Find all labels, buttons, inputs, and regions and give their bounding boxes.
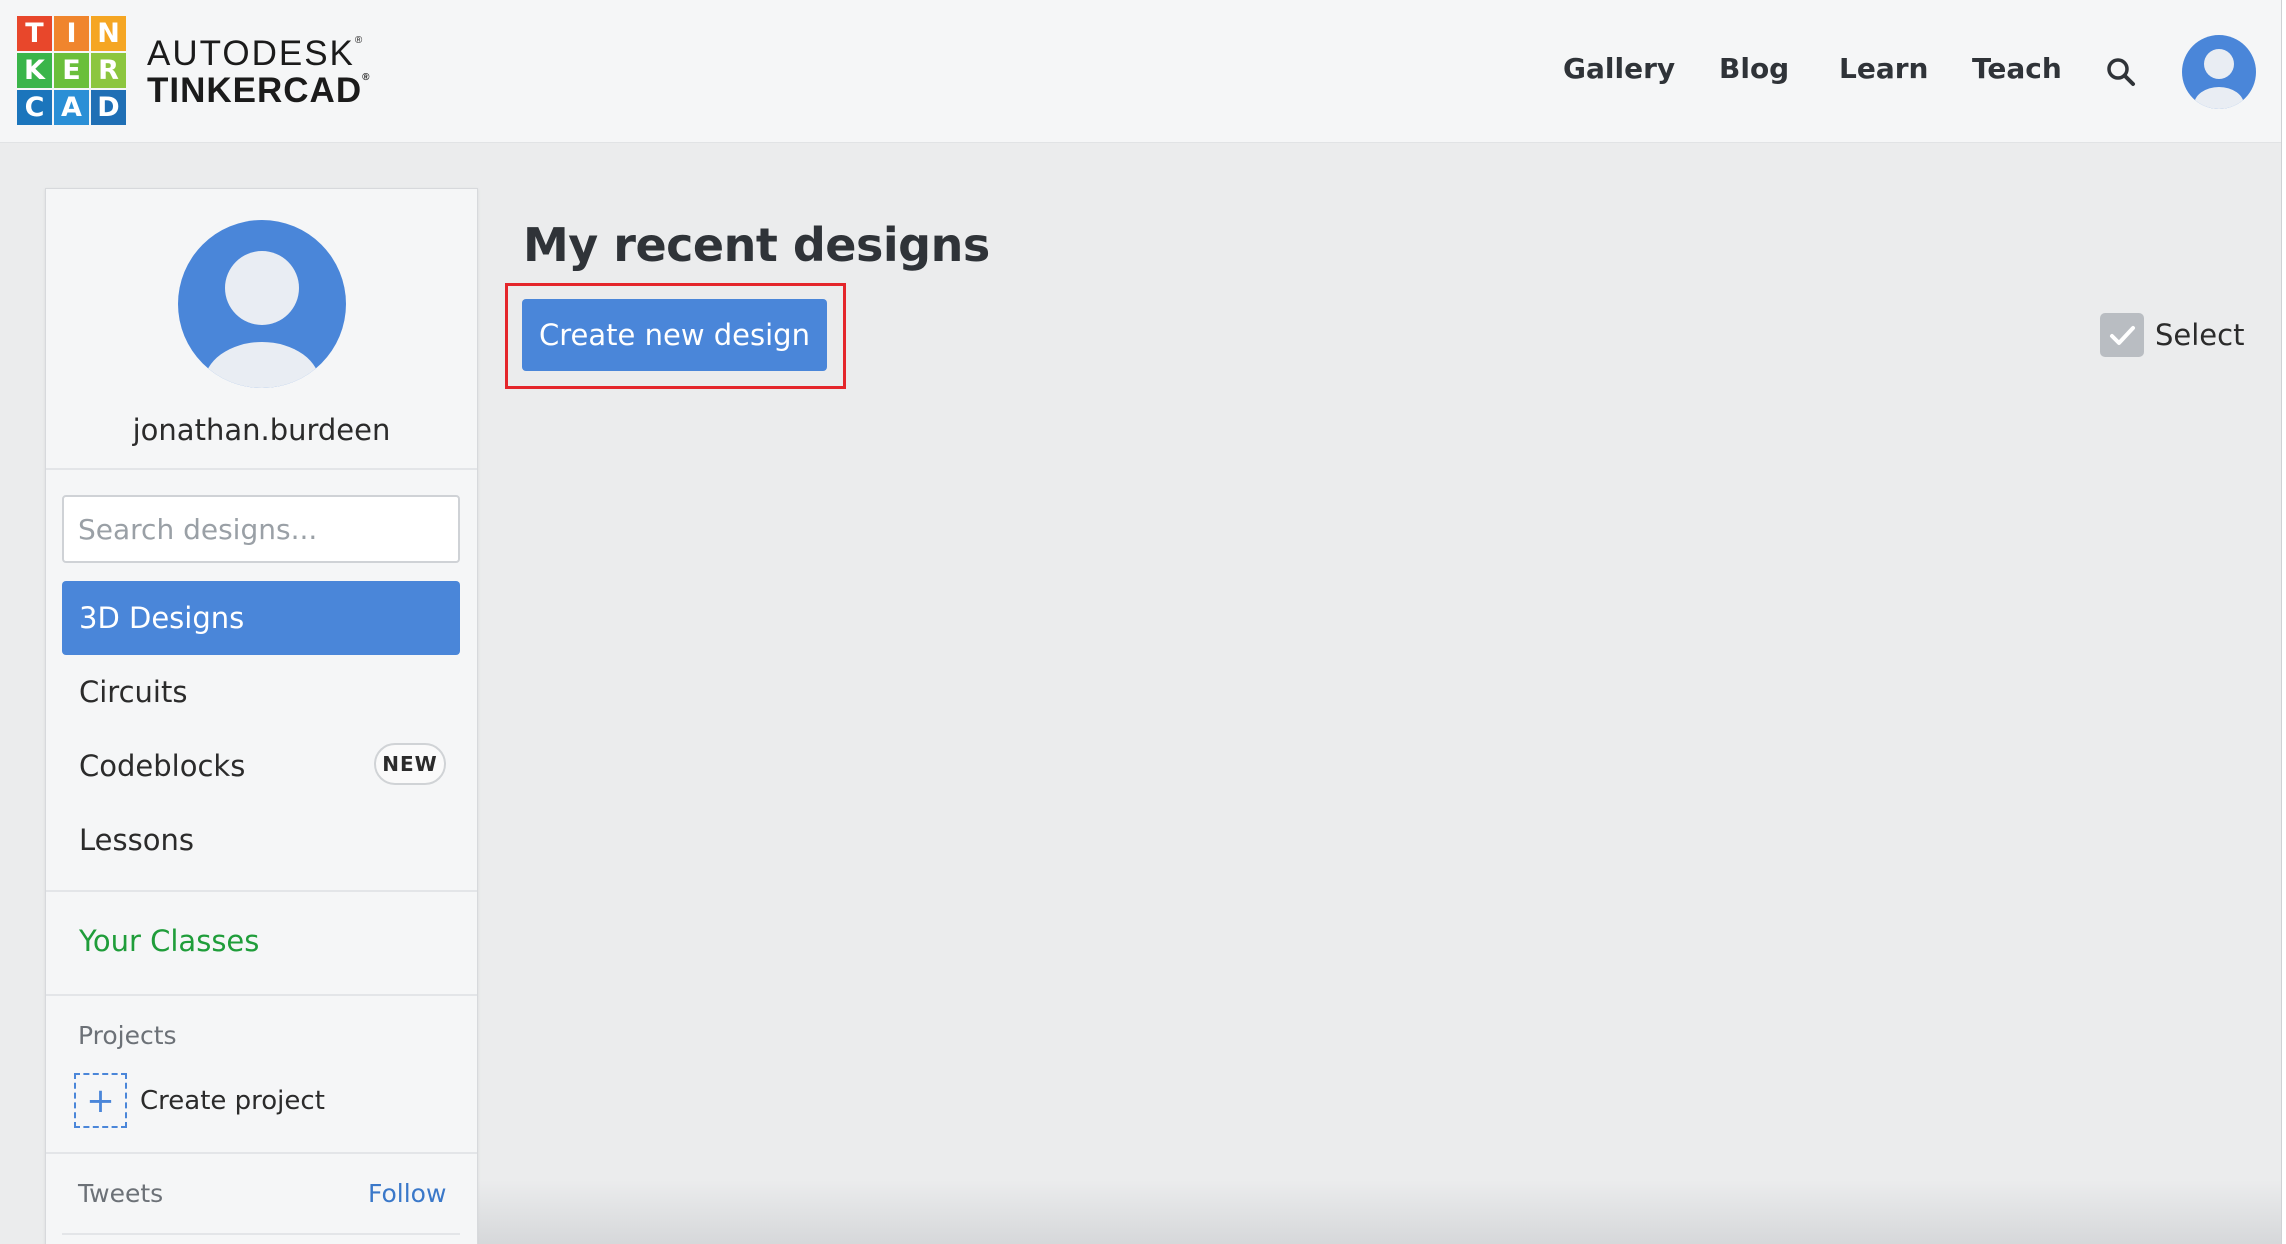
search-icon[interactable] <box>2105 56 2137 88</box>
divider <box>46 890 477 892</box>
tinkercad-logo[interactable]: T I N K E R C A D <box>17 16 126 125</box>
search-designs-input[interactable] <box>62 495 460 563</box>
nav-blog[interactable]: Blog <box>1719 52 1789 85</box>
username[interactable]: jonathan.burdeen <box>46 413 477 447</box>
wordmark-line1: AUTODESK® <box>147 34 363 73</box>
logo-tile: N <box>91 16 126 51</box>
page-title: My recent designs <box>523 218 990 272</box>
logo-tile: I <box>54 16 89 51</box>
select-label[interactable]: Select <box>2155 318 2244 352</box>
bottom-shadow <box>478 1180 2281 1244</box>
logo-tile: K <box>17 53 52 88</box>
create-project-link[interactable]: Create project <box>140 1086 325 1116</box>
nav-gallery[interactable]: Gallery <box>1563 52 1675 85</box>
wordmark-line2: TINKERCAD® <box>147 71 370 110</box>
nav-teach[interactable]: Teach <box>1972 52 2062 85</box>
sidebar: jonathan.burdeen 3D Designs Circuits Cod… <box>45 188 478 1244</box>
create-project-plus-icon[interactable]: + <box>74 1073 127 1128</box>
checkmark-icon <box>2110 326 2135 345</box>
user-avatar-icon[interactable] <box>2182 35 2256 109</box>
select-checkbox[interactable] <box>2100 313 2144 357</box>
logo-tile: D <box>91 90 126 125</box>
logo-tile: C <box>17 90 52 125</box>
create-new-design-button[interactable]: Create new design <box>522 299 827 371</box>
sidebar-item-lessons[interactable]: Lessons <box>62 803 460 877</box>
divider <box>46 468 477 470</box>
sidebar-item-circuits[interactable]: Circuits <box>62 655 460 729</box>
profile-avatar-icon[interactable] <box>178 220 346 388</box>
app-window: T I N K E R C A D AUTODESK® TINKERCAD® G… <box>0 0 2282 1244</box>
autodesk-tinkercad-wordmark[interactable]: AUTODESK® TINKERCAD® <box>147 34 370 110</box>
logo-tile: T <box>17 16 52 51</box>
tweets-label: Tweets <box>78 1179 164 1208</box>
logo-tile: A <box>54 90 89 125</box>
sidebar-item-3d-designs[interactable]: 3D Designs <box>62 581 460 655</box>
nav-learn[interactable]: Learn <box>1839 52 1928 85</box>
your-classes-link[interactable]: Your Classes <box>79 924 259 958</box>
divider <box>46 1152 477 1154</box>
follow-link[interactable]: Follow <box>368 1179 446 1208</box>
projects-label: Projects <box>78 1021 177 1050</box>
divider <box>46 994 477 996</box>
divider <box>62 1233 460 1235</box>
new-badge: NEW <box>374 743 446 785</box>
logo-tile: R <box>91 53 126 88</box>
top-header: T I N K E R C A D AUTODESK® TINKERCAD® G… <box>0 0 2281 143</box>
logo-tile: E <box>54 53 89 88</box>
